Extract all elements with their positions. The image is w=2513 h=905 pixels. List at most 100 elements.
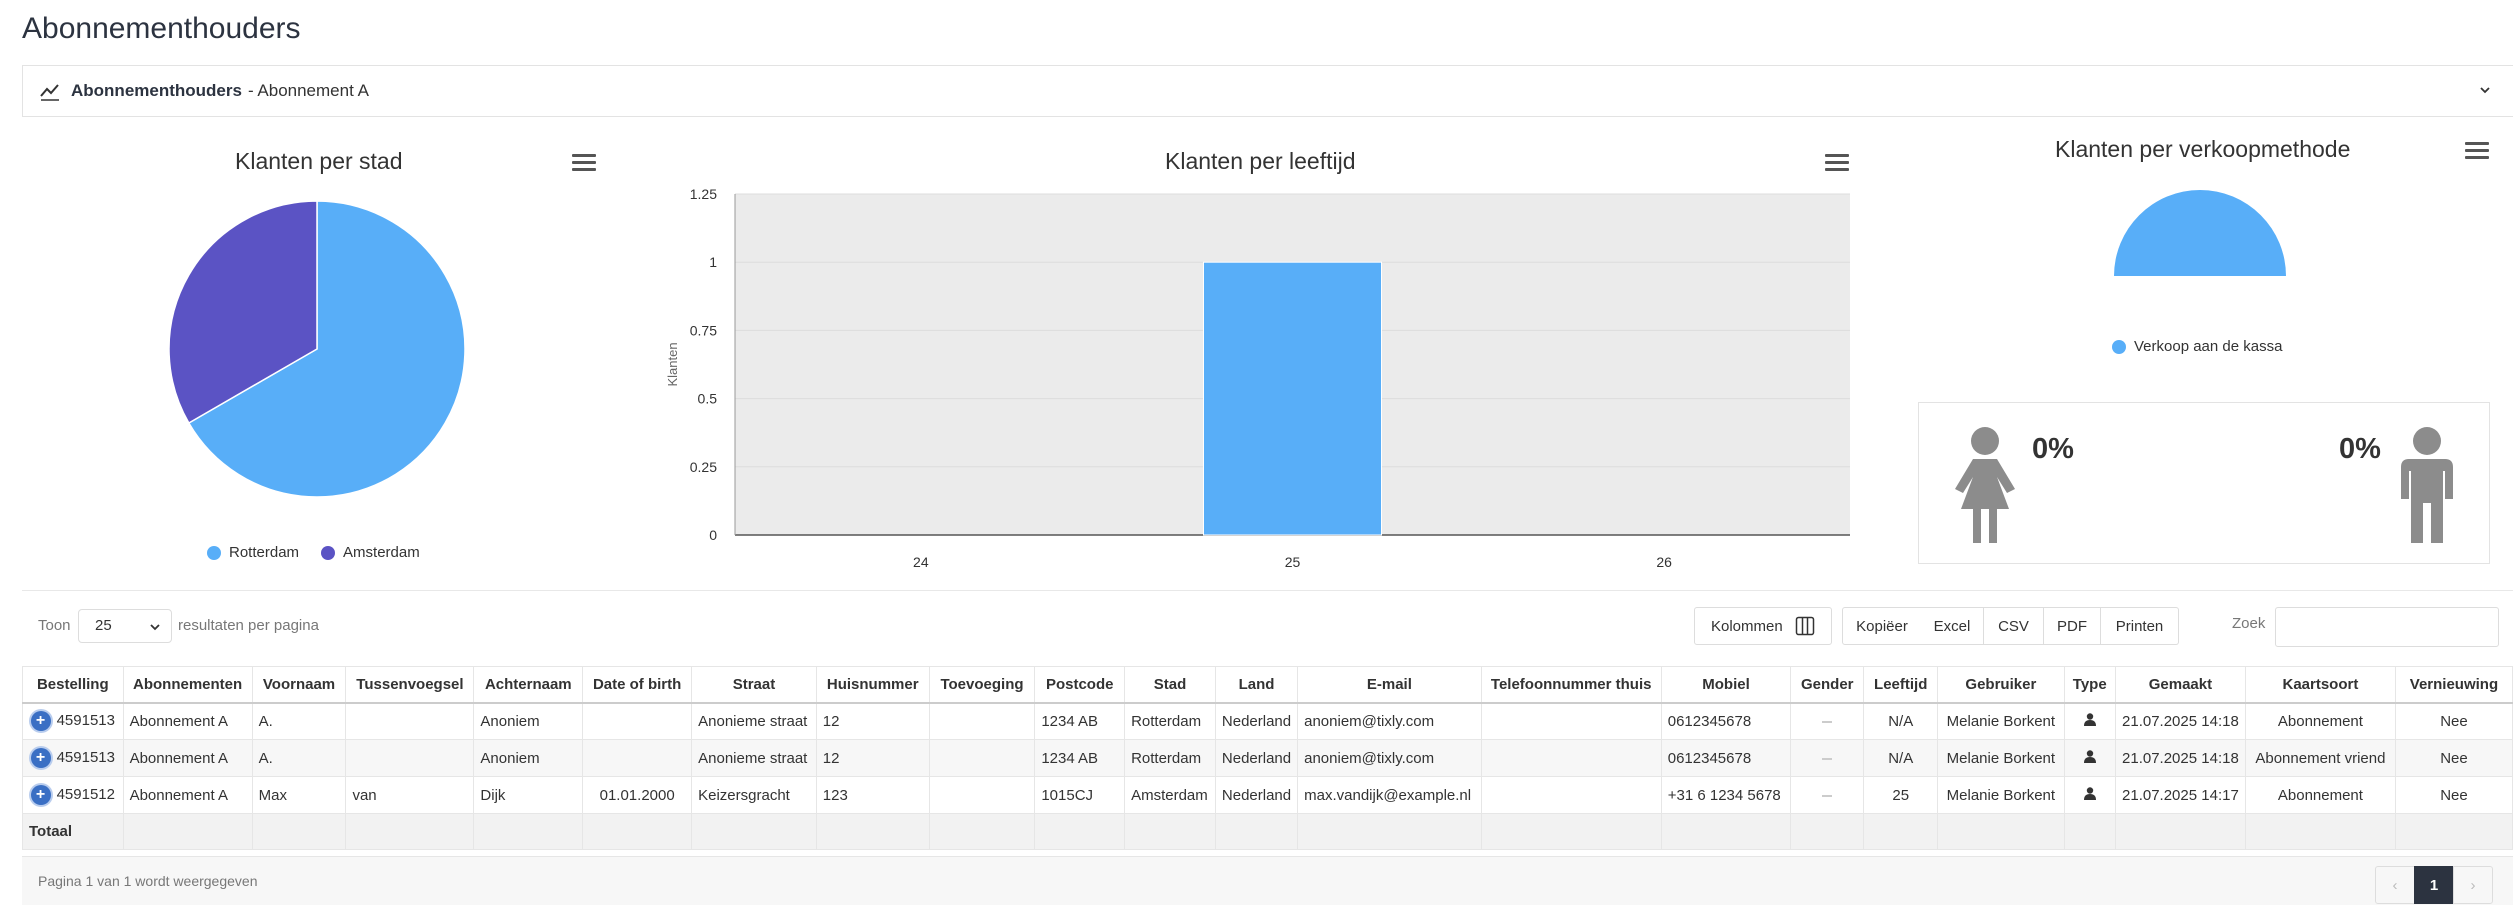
total-cell — [1863, 813, 1939, 850]
table-cell: anoniem@tixly.com — [1297, 702, 1482, 740]
expand-row-icon[interactable]: + — [30, 785, 51, 805]
column-header[interactable]: Bestelling — [22, 666, 124, 704]
next-page-button[interactable]: › — [2453, 866, 2493, 904]
chart-menu-icon-age[interactable] — [1825, 154, 1849, 174]
chevron-down-icon[interactable] — [2477, 82, 2493, 98]
table-cell: Melanie Borkent — [1937, 702, 2065, 740]
column-header[interactable]: Voornaam — [251, 666, 347, 704]
table-cell — [1480, 776, 1662, 814]
table-toolbar: Toon 25 resultaten per pagina Kolommen K… — [22, 590, 2513, 660]
legend-item-rotterdam[interactable]: Rotterdam — [207, 544, 299, 561]
column-header[interactable]: E-mail — [1297, 666, 1482, 704]
table-row[interactable]: +4591513 Abonnement A A. Anoniem Anonieme st… — [22, 739, 2513, 777]
table-cell: Anoniem — [473, 739, 584, 777]
page-length-value: 25 — [95, 617, 112, 634]
bar-chart-age: 0 0.25 0.5 0.75 1 1.25 24 25 26 Klanten — [665, 186, 1850, 570]
legend-swatch — [2112, 339, 2126, 354]
print-button[interactable]: Printen — [2101, 607, 2179, 645]
page-length-select[interactable]: 25 — [78, 609, 172, 643]
bar-25[interactable] — [1203, 261, 1382, 536]
column-header[interactable]: Stad — [1124, 666, 1216, 704]
order-number: 4591513 — [56, 748, 115, 766]
column-header[interactable]: Date of birth — [582, 666, 693, 704]
total-cell — [345, 813, 475, 850]
column-header[interactable]: Huisnummer — [815, 666, 930, 704]
column-header[interactable]: Vernieuwing — [2394, 666, 2513, 704]
semi-pie-slice-kassa[interactable] — [2114, 190, 2286, 276]
total-cell — [2063, 813, 2116, 850]
table-cell — [345, 739, 475, 777]
column-header[interactable]: Leeftijd — [1863, 666, 1939, 704]
table-cell — [582, 702, 693, 740]
table-cell: Nederland — [1214, 702, 1299, 740]
chart-menu-icon-city[interactable] — [572, 154, 596, 174]
prev-page-button[interactable]: ‹ — [2375, 866, 2415, 904]
column-header[interactable]: Gender — [1790, 666, 1865, 704]
table-cell: A. — [251, 739, 347, 777]
table-cell: Melanie Borkent — [1937, 776, 2065, 814]
column-header[interactable]: Tussenvoegsel — [345, 666, 475, 704]
excel-button[interactable]: Excel — [1921, 607, 1984, 645]
trend-chart-icon — [40, 84, 59, 101]
table-row[interactable]: +4591513 Abonnement A A. Anoniem Anonieme st… — [22, 702, 2513, 740]
chart-menu-icon-method[interactable] — [2465, 142, 2489, 162]
legend-label: Rotterdam — [229, 544, 300, 561]
column-header[interactable]: Mobiel — [1660, 666, 1792, 704]
column-header[interactable]: Kaartsoort — [2244, 666, 2396, 704]
legend-item-amsterdam[interactable]: Amsterdam — [321, 544, 420, 561]
column-header[interactable]: Straat — [691, 666, 817, 704]
table-cell: Abonnement — [2244, 702, 2396, 740]
user-icon — [2083, 749, 2096, 763]
male-icon — [2401, 427, 2453, 543]
x-tick-label: 25 — [1285, 554, 1301, 570]
table-cell: 01.01.2000 — [582, 776, 693, 814]
table-cell: Abonnement vriend — [2244, 739, 2396, 777]
search-input[interactable] — [2275, 607, 2499, 647]
expand-row-icon[interactable]: + — [30, 711, 51, 732]
expand-row-icon[interactable]: + — [30, 748, 51, 768]
y-tick-label: 1.25 — [690, 186, 717, 202]
total-cell — [691, 813, 817, 850]
total-row: Totaal — [22, 813, 2513, 850]
total-cell — [1297, 813, 1482, 850]
order-number: 4591512 — [56, 785, 115, 803]
column-header[interactable]: Gebruiker — [1937, 666, 2065, 704]
column-header[interactable]: Gemaakt — [2114, 666, 2246, 704]
table-cell: max.vandijk@example.nl — [1297, 776, 1482, 814]
total-cell — [1790, 813, 1865, 850]
female-icon — [1955, 427, 2015, 543]
chart-title-city: Klanten per stad — [235, 148, 403, 174]
table-cell: Nederland — [1214, 776, 1299, 814]
legend-item-kassa[interactable]: Verkoop aan de kassa — [2112, 338, 2282, 355]
pie-chart-city — [168, 200, 466, 498]
column-header[interactable]: Type — [2063, 666, 2116, 704]
table-cell: Nee — [2394, 776, 2513, 814]
total-cell — [251, 813, 347, 850]
table-cell: +4591513 — [22, 739, 124, 777]
column-header[interactable]: Land — [1214, 666, 1299, 704]
total-cell — [473, 813, 584, 850]
y-tick-label: 0.5 — [698, 391, 718, 407]
column-header[interactable]: Postcode — [1034, 666, 1126, 704]
columns-button[interactable]: Kolommen — [1694, 607, 1832, 645]
total-cell — [1660, 813, 1792, 850]
table-cell: 1234 AB — [1034, 739, 1126, 777]
panel-header[interactable]: Abonnementhouders - Abonnement A — [22, 65, 2513, 117]
copy-button[interactable]: Kopiëer — [1842, 607, 1922, 645]
gender-empty-icon — [1822, 794, 1833, 797]
csv-button[interactable]: CSV — [1984, 607, 2044, 645]
table-cell — [928, 702, 1036, 740]
page-1-button[interactable]: 1 — [2414, 866, 2454, 904]
table-cell: 123 — [815, 776, 930, 814]
column-header[interactable]: Telefoonnummer thuis — [1480, 666, 1662, 704]
user-icon — [2083, 786, 2096, 800]
table-row[interactable]: +4591512 Abonnement A Max van Dijk 01.01.2000… — [22, 776, 2513, 814]
total-cell — [1124, 813, 1216, 850]
column-header[interactable]: Abonnementen — [122, 666, 253, 704]
table-cell — [582, 739, 693, 777]
total-cell — [2394, 813, 2513, 850]
column-header[interactable]: Achternaam — [473, 666, 584, 704]
column-header[interactable]: Toevoeging — [928, 666, 1036, 704]
table-cell: 12 — [815, 702, 930, 740]
pdf-button[interactable]: PDF — [2044, 607, 2101, 645]
